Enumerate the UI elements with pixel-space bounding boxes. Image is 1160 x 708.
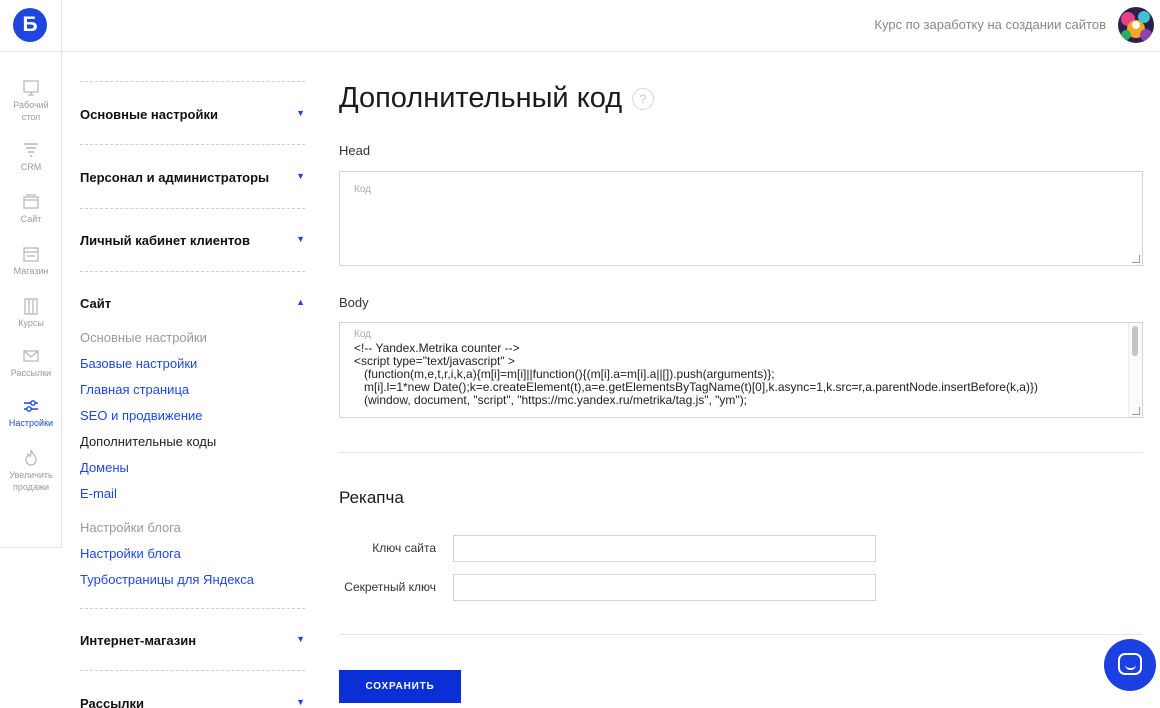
section-divider — [339, 452, 1143, 453]
rail-label: Магазин — [13, 266, 49, 276]
nav-section-label: Интернет-магазин — [80, 633, 197, 648]
desktop-icon — [23, 80, 39, 96]
courses-icon — [24, 298, 38, 315]
resize-handle-icon[interactable] — [1132, 255, 1140, 263]
captcha-title: Рекапча — [339, 488, 404, 507]
chat-icon — [1118, 653, 1142, 675]
funnel-icon — [24, 143, 38, 157]
nav-section-label: Персонал и администраторы — [80, 170, 270, 185]
rail-label: CRM — [20, 162, 42, 172]
site-key-label: Ключ сайта — [372, 541, 436, 555]
nav-divider — [80, 670, 305, 671]
rail-item-mailings[interactable]: Рассылки — [0, 346, 62, 378]
fire-icon — [25, 449, 37, 466]
rail-label: Увеличить — [9, 470, 53, 480]
nav-section-client-cabinet[interactable]: Личный кабинет клиентов ▼ — [80, 233, 305, 248]
rail-item-shop[interactable]: Магазин — [0, 244, 62, 276]
head-code-placeholder: Код — [354, 184, 372, 195]
chevron-up-icon: ▲ — [296, 297, 305, 307]
nav-divider — [80, 208, 305, 209]
mail-icon — [23, 350, 39, 362]
top-bar: Б Курс по заработку на создании сайтов — [0, 0, 1160, 52]
rail-item-crm[interactable]: CRM — [0, 140, 62, 172]
nav-link-base-settings[interactable]: Базовые настройки — [80, 356, 197, 371]
nav-divider — [80, 144, 305, 145]
nav-group-title: Настройки блога — [80, 520, 181, 535]
body-code-content: <!-- Yandex.Metrika counter --> <script … — [354, 342, 1038, 407]
avatar-image — [1118, 7, 1154, 43]
resize-handle-icon[interactable] — [1132, 407, 1140, 415]
page-title: Дополнительный код — [339, 82, 623, 114]
nav-divider — [80, 608, 305, 609]
chevron-down-icon: ▼ — [296, 697, 305, 707]
site-icon — [23, 194, 39, 209]
rail-label: Сайт — [20, 214, 42, 224]
nav-group-title: Основные настройки — [80, 330, 207, 345]
rail-label: стол — [21, 112, 41, 122]
site-key-input[interactable] — [453, 535, 876, 562]
logo[interactable]: Б — [13, 8, 47, 42]
nav-divider — [80, 271, 305, 272]
secret-key-label: Секретный ключ — [344, 580, 436, 594]
avatar[interactable] — [1118, 7, 1154, 43]
chevron-down-icon: ▼ — [296, 234, 305, 244]
rail-label: продажи — [13, 482, 49, 492]
nav-link-seo[interactable]: SEO и продвижение — [80, 408, 203, 423]
chevron-down-icon: ▼ — [296, 171, 305, 181]
rail-item-site[interactable]: Сайт — [0, 192, 62, 224]
body-code-textarea[interactable]: Код <!-- Yandex.Metrika counter --> <scr… — [339, 322, 1143, 418]
nav-link-blog-settings[interactable]: Настройки блога — [80, 546, 181, 561]
nav-link-email[interactable]: E-mail — [80, 486, 117, 501]
nav-section-online-store[interactable]: Интернет-магазин ▼ — [80, 633, 305, 648]
rail-label: Рабочий — [13, 100, 49, 110]
section-divider — [339, 634, 1143, 635]
chevron-down-icon: ▼ — [296, 108, 305, 118]
nav-link-domains[interactable]: Домены — [80, 460, 129, 475]
save-button[interactable]: СОХРАНИТЬ — [339, 670, 461, 703]
settings-sliders-icon — [24, 400, 38, 412]
nav-section-staff[interactable]: Персонал и администраторы ▼ — [80, 170, 305, 185]
nav-section-label: Основные настройки — [80, 107, 218, 122]
course-link[interactable]: Курс по заработку на создании сайтов — [874, 17, 1106, 32]
shop-icon — [23, 247, 39, 262]
scrollbar-thumb[interactable] — [1132, 326, 1138, 356]
nav-section-label: Сайт — [80, 296, 112, 311]
nav-link-additional-codes[interactable]: Дополнительные коды — [80, 434, 216, 449]
body-code-scrollbar[interactable] — [1128, 323, 1142, 417]
rail-label: Курсы — [18, 318, 44, 328]
rail-item-settings[interactable]: Настройки — [0, 396, 62, 428]
secret-key-input[interactable] — [453, 574, 876, 601]
head-label: Head — [339, 143, 371, 158]
head-code-textarea[interactable]: Код — [339, 171, 1143, 266]
nav-section-main-settings[interactable]: Основные настройки ▼ — [80, 107, 305, 122]
rail-item-desktop[interactable]: Рабочий стол — [0, 78, 62, 122]
chat-smile-icon — [1125, 665, 1136, 670]
body-code-placeholder: Код — [354, 329, 372, 340]
nav-divider — [80, 81, 305, 82]
rail-item-courses[interactable]: Курсы — [0, 296, 62, 328]
rail-item-grow-sales[interactable]: Увеличить продажи — [0, 448, 62, 492]
nav-link-home-page[interactable]: Главная страница — [80, 382, 189, 397]
nav-link-turbo-pages[interactable]: Турбостраницы для Яндекса — [80, 572, 254, 587]
logo-cell: Б — [0, 0, 62, 52]
help-icon[interactable]: ? — [632, 88, 654, 110]
left-rail: Рабочий стол CRM Сайт Магазин Курсы Расс… — [0, 52, 62, 548]
body-label: Body — [339, 295, 369, 310]
nav-section-mailings[interactable]: Рассылки ▼ — [80, 696, 305, 708]
nav-section-label: Личный кабинет клиентов — [80, 233, 250, 248]
chevron-down-icon: ▼ — [296, 634, 305, 644]
rail-label: Настройки — [8, 418, 54, 428]
rail-label: Рассылки — [10, 368, 52, 378]
nav-section-label: Рассылки — [80, 696, 145, 708]
nav-section-site[interactable]: Сайт ▲ — [80, 296, 305, 311]
chat-widget-button[interactable] — [1104, 639, 1156, 691]
